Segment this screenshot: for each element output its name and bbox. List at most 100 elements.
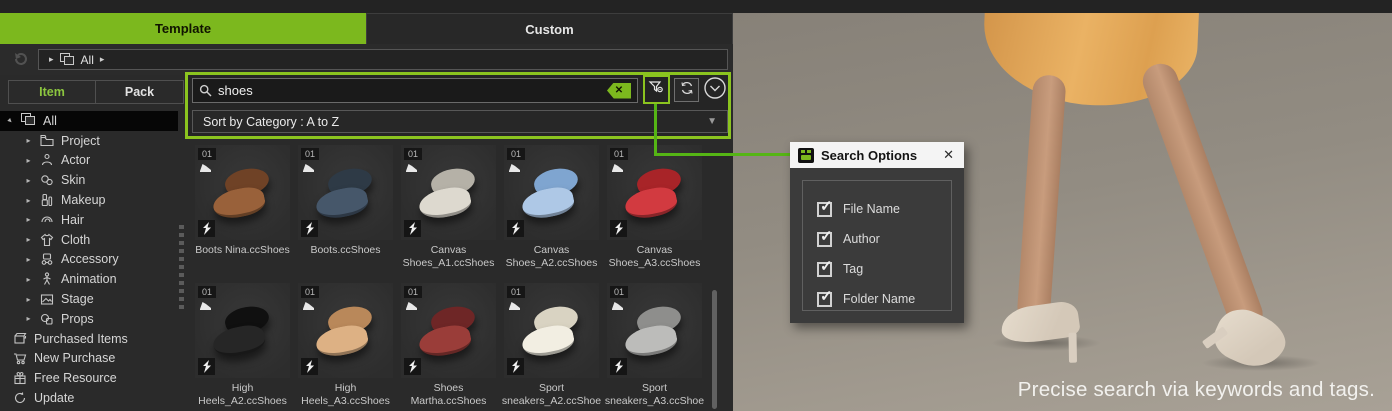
thumbnail[interactable]: 01 <box>195 145 290 240</box>
shoe-image <box>314 305 384 361</box>
tab-pack[interactable]: Pack <box>96 80 184 104</box>
thumbnail-label: Sport sneakers_A2.ccShoes <box>502 382 602 411</box>
caret-icon[interactable]: ▸ <box>24 275 33 284</box>
tree-item-animation[interactable]: ▸ Animation <box>0 269 178 289</box>
count-badge: 01 <box>198 286 216 298</box>
caret-icon[interactable]: ▸ <box>24 176 33 185</box>
caret-icon[interactable]: ▸ <box>24 196 33 205</box>
tree-item-new-purchase[interactable]: New Purchase <box>0 349 178 369</box>
grid-item[interactable]: 01 Sport sneakers_A2.ccShoes <box>504 283 599 411</box>
grid-item[interactable]: 01 Sport sneakers_A3.ccShoes <box>607 283 702 411</box>
thumbnail-label: Shoes Martha.ccShoes <box>399 382 499 408</box>
checkbox[interactable]: ✓ <box>817 292 832 307</box>
accessory-icon <box>39 252 55 267</box>
caret-icon[interactable]: ▸ <box>24 136 33 145</box>
caret-icon[interactable]: ▸ <box>24 235 33 244</box>
count-badge: 01 <box>507 286 525 298</box>
grid-item[interactable]: 01 High Heels_A2.ccShoes <box>195 283 290 411</box>
caret-icon[interactable]: ▸ <box>24 215 33 224</box>
tree-item-free-resource[interactable]: Free Resource <box>0 368 178 388</box>
popup-titlebar[interactable]: Search Options ✕ <box>790 142 964 168</box>
caret-expanded-icon[interactable]: ▸ <box>4 115 17 128</box>
tree-item-hair[interactable]: ▸ Hair <box>0 210 178 230</box>
check-icon: ✓ <box>820 197 833 215</box>
option-author[interactable]: ✓ Author <box>817 224 951 254</box>
search-input[interactable]: shoes ✕ <box>192 78 638 103</box>
count-badge: 01 <box>404 286 422 298</box>
cloth-icon <box>39 232 55 247</box>
collapse-button[interactable] <box>702 77 728 103</box>
thumbnail[interactable]: 01 <box>298 283 393 378</box>
asset-badge-icon <box>610 220 627 237</box>
shoe-image <box>314 167 384 223</box>
grid-item[interactable]: 01 Canvas Shoes_A2.ccShoes <box>504 145 599 270</box>
refresh-icon <box>679 80 695 101</box>
thumbnail-row-2: 01 High Heels_A2.ccShoes 01 High Heels_A… <box>195 283 702 411</box>
caret-icon[interactable]: ▸ <box>24 156 33 165</box>
thumbnail[interactable]: 01 <box>401 283 496 378</box>
count-badge: 01 <box>198 148 216 160</box>
thumbnail[interactable]: 01 <box>298 145 393 240</box>
tree-item-stage[interactable]: ▸ Stage <box>0 289 178 309</box>
thumbnail[interactable]: 01 <box>195 283 290 378</box>
clear-search-icon[interactable]: ✕ <box>607 83 631 99</box>
tab-custom[interactable]: Custom <box>366 13 733 44</box>
tree-item-purchased-items[interactable]: Purchased Items <box>0 329 178 349</box>
tree-item-makeup[interactable]: ▸ Makeup <box>0 190 178 210</box>
option-tag[interactable]: ✓ Tag <box>817 254 951 284</box>
checkbox[interactable]: ✓ <box>817 262 832 277</box>
thumbnail[interactable]: 01 <box>504 145 599 240</box>
thumbnail-label: High Heels_A2.ccShoes <box>193 382 293 408</box>
caret-icon[interactable]: ▸ <box>24 295 33 304</box>
thumbnail-label: Canvas Shoes_A1.ccShoes <box>399 244 499 270</box>
tab-item[interactable]: Item <box>8 80 96 104</box>
shoe-image <box>211 167 281 223</box>
category-tree: ▸ All ▸ Project ▸ Actor ▸ Skin ▸ <box>0 111 178 408</box>
breadcrumb[interactable]: ▸ All ▸ <box>38 49 728 70</box>
thumbnail[interactable]: 01 <box>607 283 702 378</box>
option-file-name[interactable]: ✓ File Name <box>817 194 951 224</box>
tree-item-actor[interactable]: ▸ Actor <box>0 151 178 171</box>
option-folder-name[interactable]: ✓ Folder Name <box>817 284 951 314</box>
grid-item[interactable]: 01 Boots Nina.ccShoes <box>195 145 290 270</box>
grid-item[interactable]: 01 Shoes Martha.ccShoes <box>401 283 496 411</box>
tab-template[interactable]: Template <box>0 13 366 44</box>
sort-dropdown[interactable]: Sort by Category : A to Z ▼ <box>192 110 728 133</box>
caret-icon[interactable]: ▸ <box>24 314 33 323</box>
left-leg-graphic <box>1016 74 1066 324</box>
search-options-button[interactable] <box>643 75 670 104</box>
refresh-button[interactable] <box>674 78 699 102</box>
tree-item-cloth[interactable]: ▸ Cloth <box>0 230 178 250</box>
asset-badge-icon <box>507 220 524 237</box>
back-icon[interactable] <box>12 51 32 69</box>
tree-item-update[interactable]: Update <box>0 388 178 408</box>
close-icon[interactable]: ✕ <box>943 147 956 163</box>
checkbox[interactable]: ✓ <box>817 202 832 217</box>
asset-badge-icon <box>198 220 215 237</box>
tree-item-project[interactable]: ▸ Project <box>0 131 178 151</box>
thumbnail[interactable]: 01 <box>504 283 599 378</box>
tree-item-accessory[interactable]: ▸ Accessory <box>0 250 178 270</box>
checkbox[interactable]: ✓ <box>817 232 832 247</box>
grid-item[interactable]: 01 High Heels_A3.ccShoes <box>298 283 393 411</box>
purchased-box-icon <box>12 331 28 346</box>
grid-scrollbar[interactable] <box>712 290 717 409</box>
grid-item[interactable]: 01 Boots.ccShoes <box>298 145 393 270</box>
actor-icon <box>39 153 55 168</box>
thumbnail-row-1: 01 Boots Nina.ccShoes 01 Boots.ccShoes <box>195 145 702 270</box>
caret-icon[interactable]: ▸ <box>24 255 33 264</box>
grid-item[interactable]: 01 Canvas Shoes_A3.ccShoes <box>607 145 702 270</box>
panel-splitter-handle[interactable] <box>179 225 184 309</box>
thumbnail[interactable]: 01 <box>607 145 702 240</box>
thumbnail[interactable]: 01 <box>401 145 496 240</box>
shoe-image <box>417 167 487 223</box>
tree-item-props[interactable]: ▸ Props <box>0 309 178 329</box>
top-strip <box>0 0 1392 13</box>
grid-item[interactable]: 01 Canvas Shoes_A1.ccShoes <box>401 145 496 270</box>
dropdown-caret-icon: ▼ <box>707 116 717 127</box>
app-window: Template Custom ▸ All ▸ Item Pack ▸ All <box>0 0 1392 411</box>
tree-item-skin[interactable]: ▸ Skin <box>0 170 178 190</box>
tree-item-all[interactable]: ▸ All <box>0 111 178 131</box>
breadcrumb-root-label: All <box>81 53 94 67</box>
thumbnail-label: High Heels_A3.ccShoes <box>296 382 396 408</box>
